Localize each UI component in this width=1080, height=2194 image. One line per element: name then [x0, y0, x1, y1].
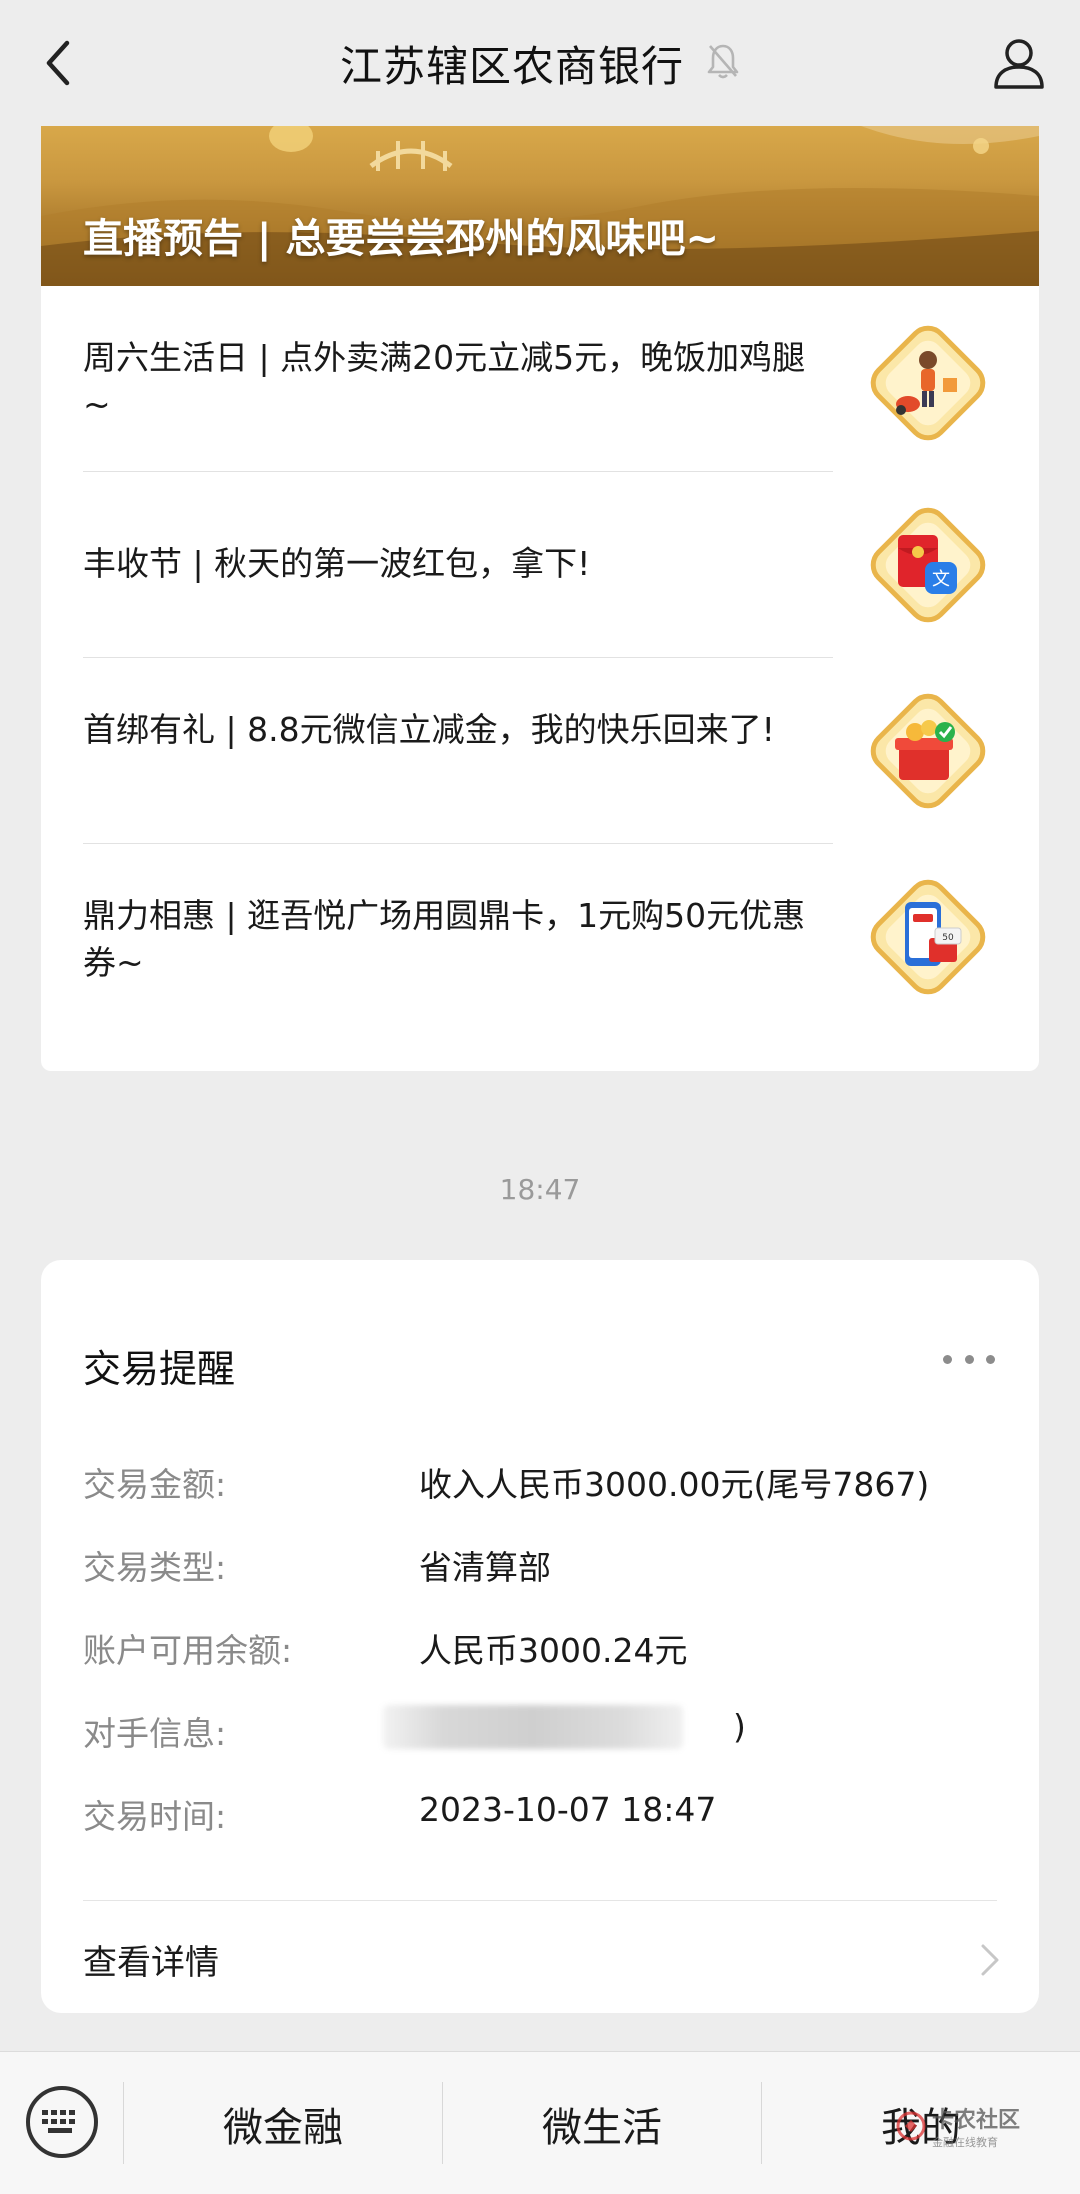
row-value: )	[733, 1707, 746, 1746]
bottom-menu-bar: 微金融 微生活 我的 卡农社区 金融在线教育	[0, 2051, 1080, 2194]
row-label: 账户可用余额:	[83, 1631, 293, 1670]
watermark: 卡农社区 金融在线教育	[896, 2102, 1020, 2150]
transaction-row-type: 交易类型: 省清算部	[83, 1541, 1003, 1591]
transaction-row-counterparty: 对手信息: )	[83, 1705, 1003, 1757]
banner-title: 直播预告 | 总要尝尝邳州的风味吧~	[83, 216, 719, 262]
user-profile-icon[interactable]	[986, 30, 1052, 96]
article-item[interactable]: 鼎力相惠 | 逛吾悦广场用圆鼎卡，1元购50元优惠券~ 50	[41, 844, 1039, 1030]
svg-text:文: 文	[932, 569, 950, 590]
back-icon[interactable]	[28, 33, 88, 93]
transaction-row-amount: 交易金额: 收入人民币3000.00元(尾号7867)	[83, 1458, 1003, 1508]
row-label: 对手信息:	[83, 1714, 227, 1753]
top-nav-bar: 江苏辖区农商银行	[0, 0, 1080, 126]
watermark-text: 卡农社区	[931, 2108, 1020, 2133]
article-banner[interactable]: 直播预告 | 总要尝尝邳州的风味吧~	[41, 126, 1039, 286]
article-item[interactable]: 首绑有礼 | 8.8元微信立减金，我的快乐回来了!	[41, 658, 1039, 844]
row-value: 省清算部	[419, 1548, 551, 1587]
watermark-logo-icon	[896, 2111, 926, 2141]
message-timestamp: 18:47	[499, 1173, 581, 1206]
transaction-card[interactable]: 交易提醒 交易金额: 收入人民币3000.00元(尾号7867) 交易类型: 省…	[41, 1260, 1039, 2013]
page-title: 江苏辖区农商银行	[339, 41, 684, 91]
chevron-right-icon	[981, 1944, 999, 1976]
article-title: 周六生活日 | 点外卖满20元立减5元，晚饭加鸡腿~	[83, 338, 806, 424]
keyboard-toggle-icon[interactable]	[26, 2086, 98, 2158]
redacted-blur	[383, 1705, 683, 1749]
red-packet-promo-thumbnail: 文	[870, 507, 986, 623]
coupon-phone-promo-thumbnail: 50	[870, 879, 986, 995]
article-card: 直播预告 | 总要尝尝邳州的风味吧~ 周六生活日 | 点外卖满20元立减5元，晚…	[41, 126, 1039, 1071]
menu-item-finance[interactable]: 微金融	[124, 2052, 442, 2194]
row-value: 收入人民币3000.00元(尾号7867)	[419, 1465, 930, 1504]
mute-bell-icon	[706, 42, 740, 84]
row-value: 2023-10-07 18:47	[419, 1790, 717, 1829]
gift-box-promo-thumbnail	[870, 693, 986, 809]
article-item[interactable]: 丰收节 | 秋天的第一波红包，拿下! 文	[41, 472, 1039, 658]
article-list: 周六生活日 | 点外卖满20元立减5元，晚饭加鸡腿~ 丰收节 | 秋天的第一波红…	[41, 286, 1039, 1030]
article-title: 鼎力相惠 | 逛吾悦广场用圆鼎卡，1元购50元优惠券~	[83, 896, 806, 982]
transaction-card-title: 交易提醒	[83, 1347, 236, 1391]
delivery-promo-thumbnail	[870, 325, 986, 441]
menu-item-life[interactable]: 微生活	[443, 2052, 761, 2194]
row-label: 交易时间:	[83, 1797, 227, 1836]
row-label: 交易金额:	[83, 1465, 227, 1504]
row-value: 人民币3000.24元	[419, 1631, 688, 1670]
view-details-link[interactable]: 查看详情	[83, 1935, 219, 1984]
article-title: 首绑有礼 | 8.8元微信立减金，我的快乐回来了!	[83, 710, 775, 749]
divider	[83, 1900, 997, 1901]
transaction-row-time: 交易时间: 2023-10-07 18:47	[83, 1790, 1003, 1840]
transaction-row-balance: 账户可用余额: 人民币3000.24元	[83, 1624, 1003, 1674]
more-options-icon[interactable]	[943, 1344, 995, 1374]
article-item[interactable]: 周六生活日 | 点外卖满20元立减5元，晚饭加鸡腿~	[41, 286, 1039, 472]
watermark-subtext: 金融在线教育	[931, 2136, 998, 2149]
nav-title-group: 江苏辖区农商银行	[340, 33, 740, 94]
svg-text:50: 50	[942, 933, 954, 943]
row-label: 交易类型:	[83, 1548, 227, 1587]
article-title: 丰收节 | 秋天的第一波红包，拿下!	[83, 544, 591, 583]
